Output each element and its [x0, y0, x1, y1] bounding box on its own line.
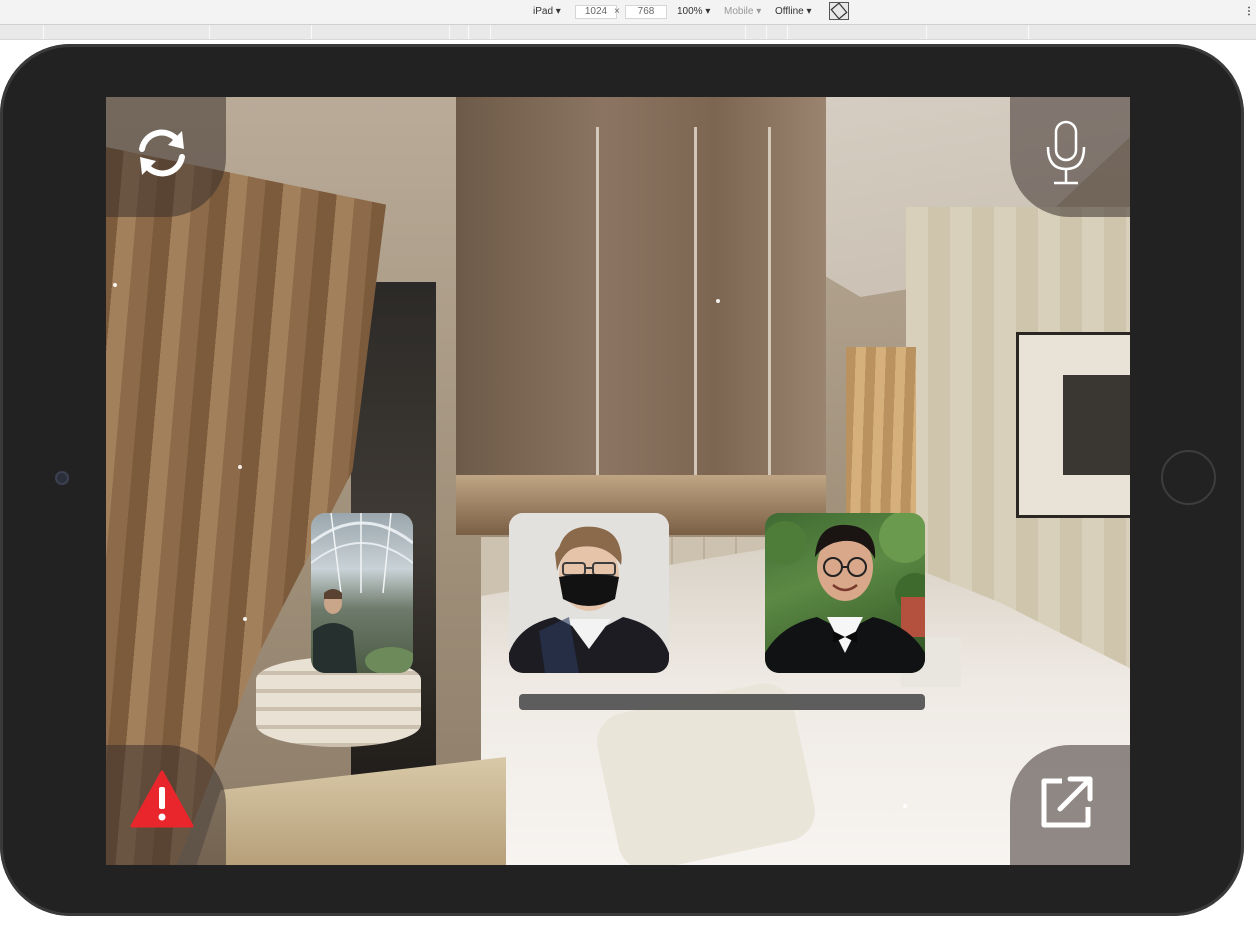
mode-select[interactable]: Mobile ▾: [724, 5, 761, 19]
mode-label: Mobile: [724, 6, 754, 17]
participant-3-avatar: [765, 513, 925, 673]
height-input[interactable]: 768: [625, 5, 667, 19]
width-input[interactable]: 1024: [575, 5, 617, 19]
device-label: iPad: [533, 6, 554, 17]
report-button[interactable]: [106, 745, 226, 865]
audio-level-bar: [519, 694, 925, 710]
open-external-button[interactable]: [1010, 745, 1130, 865]
microphone-button[interactable]: [1010, 97, 1130, 217]
participant-2-avatar: [509, 513, 669, 673]
switch-camera-button[interactable]: [106, 97, 226, 217]
participant-video-1[interactable]: [311, 513, 413, 673]
microphone-icon: [1046, 120, 1086, 185]
participant-video-2[interactable]: [509, 513, 669, 673]
refresh-cycle-icon: [139, 129, 185, 177]
network-label: Offline: [775, 6, 804, 17]
media-query-ruler: [0, 25, 1256, 40]
network-select[interactable]: Offline ▾: [775, 5, 812, 19]
home-button[interactable]: [1161, 450, 1216, 505]
front-camera: [55, 471, 69, 485]
rotate-icon: [830, 2, 848, 20]
more-options-icon[interactable]: ⋮: [1244, 5, 1254, 19]
zoom-label: 100%: [677, 6, 703, 17]
rotate-button[interactable]: [829, 2, 849, 20]
zoom-select[interactable]: 100% ▾: [677, 5, 710, 19]
open-external-icon: [1041, 776, 1093, 828]
vr-room-screen[interactable]: [106, 97, 1130, 865]
participant-video-3[interactable]: [765, 513, 925, 673]
warning-triangle-icon: [130, 770, 194, 828]
devtools-device-toolbar: iPad ▾ 1024 × 768 100% ▾ Mobile ▾ Offlin…: [0, 0, 1256, 25]
participant-1-avatar: [311, 513, 413, 673]
device-select[interactable]: iPad ▾: [533, 5, 561, 19]
dimension-separator: ×: [614, 6, 620, 17]
